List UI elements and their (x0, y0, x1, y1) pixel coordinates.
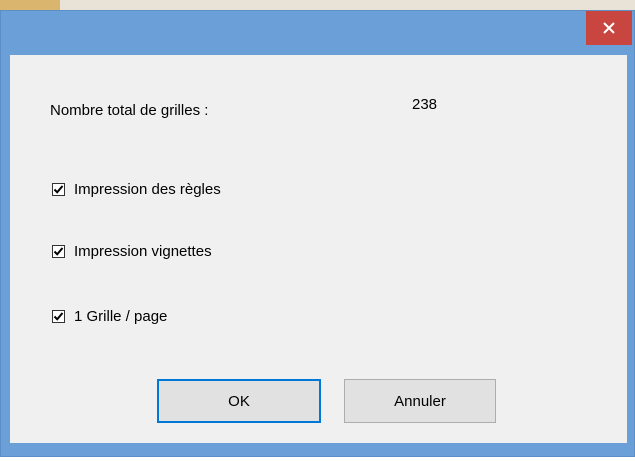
option-print-rules[interactable]: Impression des règles (52, 181, 221, 198)
one-grid-per-page-checkbox[interactable] (52, 310, 65, 323)
checkmark-icon (53, 247, 64, 256)
ok-button[interactable]: OK (157, 379, 321, 423)
dialog-client-area: Nombre total de grilles : 238 Impression… (10, 55, 627, 443)
background-accent (0, 0, 60, 10)
option-print-thumbnails[interactable]: Impression vignettes (52, 243, 212, 260)
print-thumbnails-checkbox[interactable] (52, 245, 65, 258)
print-rules-label: Impression des règles (74, 181, 221, 198)
title-bar[interactable] (1, 11, 634, 55)
checkmark-icon (53, 312, 64, 321)
print-thumbnails-label: Impression vignettes (74, 243, 212, 260)
background-window-strip (0, 0, 635, 10)
screen: Nombre total de grilles : 238 Impression… (0, 0, 635, 461)
checkmark-icon (53, 185, 64, 194)
option-one-grid-per-page[interactable]: 1 Grille / page (52, 308, 167, 325)
close-icon (603, 22, 615, 34)
cancel-button[interactable]: Annuler (344, 379, 496, 423)
total-grids-label: Nombre total de grilles : (50, 102, 209, 119)
total-grids-value: 238 (412, 96, 438, 113)
dialog-window: Nombre total de grilles : 238 Impression… (0, 10, 635, 457)
print-rules-checkbox[interactable] (52, 183, 65, 196)
one-grid-per-page-label: 1 Grille / page (74, 308, 168, 325)
close-button[interactable] (586, 11, 632, 45)
